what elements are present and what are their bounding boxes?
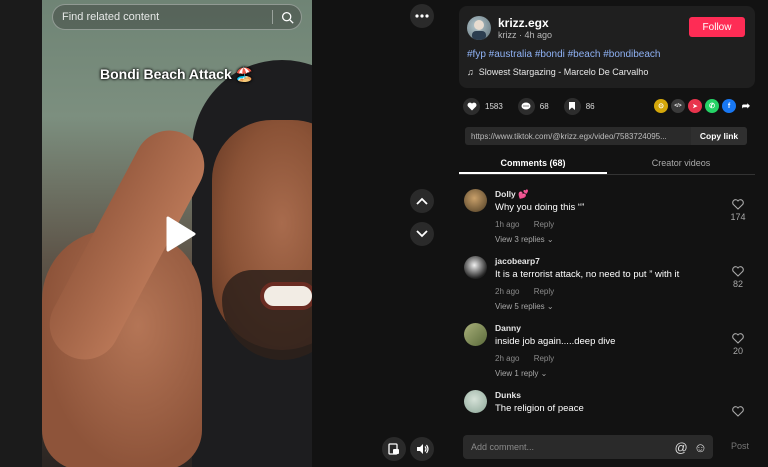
follow-button[interactable]: Follow [689,17,745,37]
comment-text: inside job again.....deep dive [495,336,616,347]
copy-link-button[interactable]: Copy link [691,127,747,145]
heart-outline-icon [732,199,744,210]
commenter-avatar[interactable] [464,256,487,279]
facebook-icon[interactable]: f [722,99,736,113]
post-info-card: krizz.egx krizz · 4h ago Follow #fyp #au… [459,6,755,88]
previous-video-icon[interactable] [410,189,434,213]
search-icon[interactable] [273,5,301,29]
music-title[interactable]: Slowest Stargazing - Marcelo De Carvalho [479,67,649,77]
panel-tabs: Comments (68) Creator videos [459,153,755,175]
comment-text: Why you doing this “” [495,202,585,213]
next-video-icon[interactable] [410,222,434,246]
video-frame-mouth [260,282,312,310]
link-bar: https://www.tiktok.com/@krizz.egx/video/… [465,127,747,145]
save-count: 86 [585,101,595,111]
commenter-name[interactable]: Dunks [495,390,521,400]
commenter-name[interactable]: Dolly 💕 [495,189,529,200]
reply-link[interactable]: Reply [534,287,554,296]
author-avatar[interactable] [467,16,491,40]
heart-icon[interactable] [463,97,480,115]
music-note-icon: ♫ [467,67,474,77]
mention-icon[interactable]: @ [675,440,688,455]
view-replies-link[interactable]: View 3 replies ⌄ [495,235,554,244]
picture-in-picture-icon[interactable] [382,437,406,461]
comment-item: jacobearp7 It is a terrorist attack, no … [464,256,754,316]
share-icons: ⊙ </> ➤ ✆ f ➦ [654,99,753,113]
view-replies-link[interactable]: View 5 replies ⌄ [495,302,554,311]
comment-action[interactable]: 68 [517,97,549,115]
whatsapp-icon[interactable]: ✆ [705,99,719,113]
commenter-avatar[interactable] [464,390,487,413]
comment-meta: 2h ago Reply [495,354,566,363]
like-count: 1583 [485,101,503,111]
video-caption: Bondi Beach Attack 🏖️ [100,66,254,82]
details-panel: krizz.egx krizz · 4h ago Follow #fyp #au… [446,0,768,467]
post-hashtags[interactable]: #fyp #australia #bondi #beach #bondibeac… [467,49,661,60]
comment-text: The religion of peace [495,403,584,414]
author-meta: krizz · 4h ago [498,30,553,40]
comment-like[interactable]: 82 [728,266,748,289]
comment-text: It is a terrorist attack, no need to put… [495,269,680,280]
comment-count: 68 [539,101,549,111]
reply-link[interactable]: Reply [534,354,554,363]
comment-time: 2h ago [495,287,520,296]
search-bar[interactable] [52,4,302,30]
comment-like[interactable]: 20 [728,333,748,356]
emoji-icon[interactable]: ☺ [694,440,707,455]
comment-composer: @ ☺ Post [459,435,755,461]
video-url[interactable]: https://www.tiktok.com/@krizz.egx/video/… [465,132,691,141]
comment-like[interactable] [728,406,748,419]
code-icon[interactable]: </> [671,99,685,113]
comment-time: 1h ago [495,220,520,229]
commenter-avatar[interactable] [464,323,487,346]
comment-bubble-icon[interactable] [517,97,535,115]
like-action[interactable]: 1583 [463,97,503,115]
comment-item: Dunks The religion of peace [464,390,754,428]
music-track[interactable]: ♫ Slowest Stargazing - Marcelo De Carval… [467,67,648,77]
play-icon[interactable] [160,214,200,254]
author-username[interactable]: krizz.egx [498,16,549,30]
send-icon[interactable]: ➤ [688,99,702,113]
left-margin [0,0,42,467]
commenter-name[interactable]: Danny [495,323,521,333]
comment-time: 2h ago [495,354,520,363]
post-comment-button[interactable]: Post [731,441,749,451]
comment-meta: 2h ago Reply [495,287,566,296]
share-arrow-icon[interactable]: ➦ [739,99,753,113]
comment-item: Dolly 💕 Why you doing this “” 1h ago Rep… [464,189,754,249]
heart-outline-icon [732,333,744,344]
comment-meta: 1h ago Reply [495,220,566,229]
commenter-name[interactable]: jacobearp7 [495,256,540,266]
more-options-icon[interactable] [410,4,434,28]
save-action[interactable]: 86 [563,97,595,115]
reply-link[interactable]: Reply [534,220,554,229]
add-comment-box[interactable]: @ ☺ [463,435,713,459]
volume-icon[interactable] [410,437,434,461]
view-replies-link[interactable]: View 1 reply ⌄ [495,369,547,378]
search-input[interactable] [53,11,272,23]
comment-item: Danny inside job again.....deep dive 2h … [464,323,754,383]
tab-creator-videos[interactable]: Creator videos [607,153,755,174]
add-comment-input[interactable] [463,442,675,452]
heart-outline-icon [732,266,744,277]
tab-comments[interactable]: Comments (68) [459,153,607,174]
heart-outline-icon [732,406,744,417]
comment-like-count: 174 [730,212,746,222]
embed-icon[interactable]: ⊙ [654,99,668,113]
comment-like[interactable]: 174 [728,199,748,222]
commenter-avatar[interactable] [464,189,487,212]
action-bar: 1583 68 86 ⊙ </> ➤ ✆ f ➦ [463,97,753,115]
video-controls-column [312,0,446,467]
comment-like-count: 82 [732,279,743,289]
comment-like-count: 20 [732,346,743,356]
bookmark-icon[interactable] [563,97,581,115]
